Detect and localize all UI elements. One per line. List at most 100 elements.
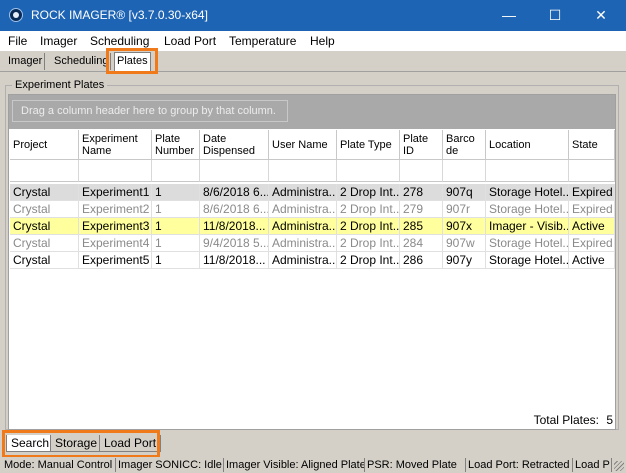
table-row[interactable]: Crystal Experiment2 1 8/6/2018 6... Admi… <box>10 201 615 218</box>
menu-imager[interactable]: Imager <box>40 34 77 48</box>
cell-project: Crystal <box>10 201 79 218</box>
cell-plate-number: 1 <box>152 184 200 201</box>
close-button[interactable]: ✕ <box>578 0 624 31</box>
cell-date-dispensed: 8/6/2018 6... <box>200 201 269 218</box>
cell-location: Storage Hotel... <box>486 184 569 201</box>
column-header-plate-number[interactable]: Plate Number <box>152 130 200 160</box>
cell-project: Crystal <box>10 235 79 252</box>
menu-load-port[interactable]: Load Port <box>164 34 216 48</box>
cell-location: Storage Hotel... <box>486 235 569 252</box>
minimize-button[interactable]: — <box>486 0 532 31</box>
filter-cell-plate-id[interactable] <box>400 160 443 182</box>
filter-cell-barcode[interactable] <box>443 160 486 182</box>
cell-state: Expired <box>569 201 615 218</box>
status-load-port: Load Port: Retracted <box>466 458 573 472</box>
cell-location: Storage Hotel... <box>486 201 569 218</box>
cell-experiment-name: Experiment2 <box>79 201 152 218</box>
cell-barcode: 907r <box>443 201 486 218</box>
cell-state: Expired <box>569 235 615 252</box>
menu-bar: File Imager Scheduling Load Port Tempera… <box>0 31 626 51</box>
cell-experiment-name: Experiment4 <box>79 235 152 252</box>
tab-imager[interactable]: Imager <box>6 53 46 70</box>
cell-plate-id: 279 <box>400 201 443 218</box>
cell-plate-type: 2 Drop Int... <box>337 218 400 235</box>
filter-cell-plate-number[interactable] <box>152 160 200 182</box>
cell-experiment-name: Experiment1 <box>79 184 152 201</box>
total-plates: Total Plates: 5 <box>534 413 613 427</box>
cell-user-name: Administra... <box>269 201 337 218</box>
maximize-button[interactable]: ☐ <box>532 0 578 31</box>
cell-date-dispensed: 8/6/2018 6... <box>200 184 269 201</box>
column-header-date-dispensed[interactable]: Date Dispensed <box>200 130 269 160</box>
cell-plate-number: 1 <box>152 201 200 218</box>
total-plates-value: 5 <box>606 413 613 427</box>
window-title: ROCK IMAGER® [v3.7.0.30-x64] <box>31 8 208 22</box>
status-imager-visible: Imager Visible: Aligned Plate <box>226 458 365 472</box>
column-header-experiment-name[interactable]: Experiment Name <box>79 130 152 160</box>
total-plates-label: Total Plates: <box>533 413 599 427</box>
column-header-state[interactable]: State <box>569 130 615 160</box>
table-row[interactable]: Crystal Experiment1 1 8/6/2018 6... Admi… <box>10 184 615 201</box>
cell-location: Imager - Visib... <box>486 218 569 235</box>
cell-experiment-name: Experiment5 <box>79 252 152 269</box>
filter-cell-location[interactable] <box>486 160 569 182</box>
column-header-user-name[interactable]: User Name <box>269 130 337 160</box>
filter-cell-state[interactable] <box>569 160 615 182</box>
tab-load-port[interactable]: Load Port <box>99 435 162 452</box>
menu-help[interactable]: Help <box>310 34 335 48</box>
table-row[interactable]: Crystal Experiment4 1 9/4/2018 5... Admi… <box>10 235 615 252</box>
cell-barcode: 907y <box>443 252 486 269</box>
cell-plate-id: 286 <box>400 252 443 269</box>
filter-cell-experiment-name[interactable] <box>79 160 152 182</box>
cell-plate-id: 285 <box>400 218 443 235</box>
cell-plate-id: 278 <box>400 184 443 201</box>
cell-date-dispensed: 9/4/2018 5... <box>200 235 269 252</box>
cell-plate-type: 2 Drop Int... <box>337 252 400 269</box>
cell-user-name: Administra... <box>269 218 337 235</box>
status-imager-sonicc: Imager SONICC: Idle <box>116 458 224 472</box>
status-load-port-2: Load P <box>573 458 612 472</box>
cell-project: Crystal <box>10 252 79 269</box>
filter-cell-plate-type[interactable] <box>337 160 400 182</box>
cell-project: Crystal <box>10 218 79 235</box>
cell-state: Active <box>569 218 615 235</box>
app-logo-icon <box>9 8 23 22</box>
tab-scheduling[interactable]: Scheduling <box>52 53 112 70</box>
filter-cell-date-dispensed[interactable] <box>200 160 269 182</box>
filter-cell-project[interactable] <box>10 160 79 182</box>
cell-experiment-name: Experiment3 <box>79 218 152 235</box>
cell-date-dispensed: 11/8/2018... <box>200 218 269 235</box>
menu-temperature[interactable]: Temperature <box>229 34 296 48</box>
top-tab-strip: Imager Scheduling Plates <box>0 51 626 72</box>
cell-plate-type: 2 Drop Int... <box>337 184 400 201</box>
tab-plates[interactable]: Plates <box>114 52 151 72</box>
menu-scheduling[interactable]: Scheduling <box>90 34 149 48</box>
cell-plate-type: 2 Drop Int... <box>337 201 400 218</box>
title-bar: ROCK IMAGER® [v3.7.0.30-x64] — ☐ ✕ <box>0 0 626 31</box>
status-mode: Mode: Manual Control <box>2 458 116 472</box>
status-psr: PSR: Moved Plate <box>365 458 466 472</box>
cell-barcode: 907x <box>443 218 486 235</box>
column-header-barcode[interactable]: Barco de <box>443 130 486 160</box>
tab-search[interactable]: Search <box>6 435 55 452</box>
cell-user-name: Administra... <box>269 235 337 252</box>
cell-plate-number: 1 <box>152 218 200 235</box>
cell-barcode: 907q <box>443 184 486 201</box>
table-row[interactable]: Crystal Experiment5 1 11/8/2018... Admin… <box>10 252 615 269</box>
column-header-location[interactable]: Location <box>486 130 569 160</box>
table-row-selected[interactable]: Crystal Experiment3 1 11/8/2018... Admin… <box>10 218 615 235</box>
cell-state: Active <box>569 252 615 269</box>
group-by-hint[interactable]: Drag a column header here to group by th… <box>12 100 288 122</box>
cell-user-name: Administra... <box>269 184 337 201</box>
cell-barcode: 907w <box>443 235 486 252</box>
column-header-plate-id[interactable]: Plate ID <box>400 130 443 160</box>
cell-date-dispensed: 11/8/2018... <box>200 252 269 269</box>
cell-plate-id: 284 <box>400 235 443 252</box>
column-header-project[interactable]: Project <box>10 130 79 160</box>
column-header-plate-type[interactable]: Plate Type <box>337 130 400 160</box>
filter-cell-user-name[interactable] <box>269 160 337 182</box>
cell-location: Storage Hotel... <box>486 252 569 269</box>
resize-grip-icon[interactable] <box>614 461 624 471</box>
menu-file[interactable]: File <box>8 34 27 48</box>
tab-storage[interactable]: Storage <box>50 435 103 452</box>
